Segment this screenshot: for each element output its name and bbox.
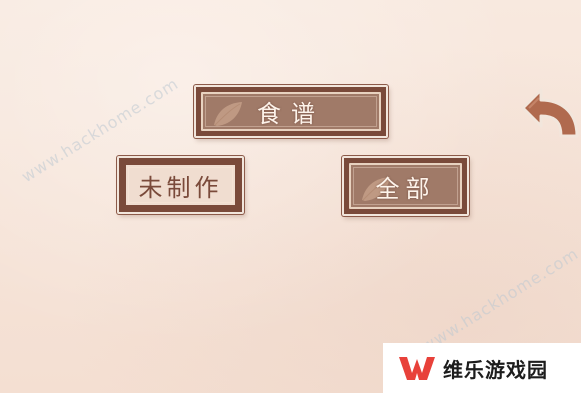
recipe-plaque-inner: 食谱: [201, 92, 381, 131]
leaf-icon: [214, 102, 242, 126]
all-label: 全部: [375, 174, 436, 203]
unmade-filter-button[interactable]: 未制作: [117, 156, 244, 214]
logo-w-icon: [399, 357, 435, 380]
back-arrow-icon[interactable]: [519, 86, 581, 142]
logo-text: 维乐游戏园: [443, 357, 548, 382]
unmade-plaque-inner: 未制作: [124, 163, 237, 207]
unmade-label: 未制作: [138, 173, 223, 202]
recipe-label: 食谱: [257, 100, 325, 128]
all-filter-button[interactable]: 全部: [342, 156, 469, 216]
site-logo: 维乐游戏园: [383, 343, 581, 393]
parchment-background: [0, 0, 581, 393]
recipe-plaque[interactable]: 食谱: [194, 85, 388, 138]
all-plaque-inner: 全部: [349, 163, 462, 209]
